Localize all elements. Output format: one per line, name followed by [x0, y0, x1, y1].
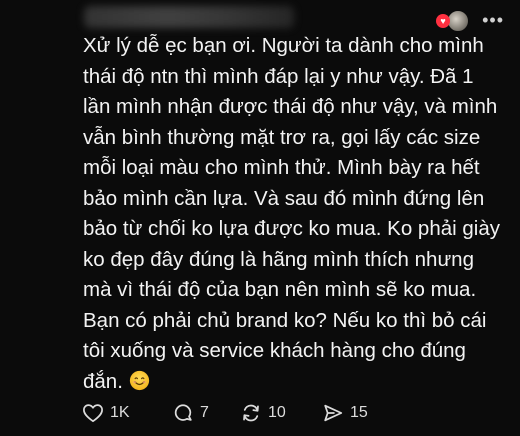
like-count: 1K — [110, 404, 130, 421]
comment-actions: 1K 7 10 15 — [82, 398, 382, 428]
repost-button[interactable]: 10 — [240, 402, 322, 424]
heart-outline-icon — [83, 404, 103, 423]
smiling-face-emoji — [129, 370, 150, 390]
reply-count: 7 — [200, 404, 209, 421]
repost-icon — [243, 404, 259, 422]
comment-bubble-icon — [174, 404, 192, 421]
comment-text: Xử lý dễ ẹc bạn ơi. Người ta dành cho mì… — [83, 34, 506, 393]
reply-button[interactable]: 7 — [172, 402, 240, 424]
more-options-button[interactable]: ••• — [480, 11, 506, 29]
send-icon — [324, 404, 343, 422]
comment-header-right: ♥ ••• — [436, 10, 506, 32]
share-button[interactable]: 15 — [322, 402, 382, 424]
repost-count: 10 — [268, 404, 286, 421]
heart-icon: ♥ — [436, 14, 451, 28]
share-count: 15 — [350, 404, 368, 421]
username-blurred — [84, 6, 294, 28]
liker-avatar — [447, 10, 470, 32]
liked-by-indicator[interactable]: ♥ — [436, 10, 470, 32]
comment-body: Xử lý dễ ẹc bạn ơi. Người ta dành cho mì… — [83, 31, 503, 397]
like-button[interactable]: 1K — [82, 403, 172, 423]
